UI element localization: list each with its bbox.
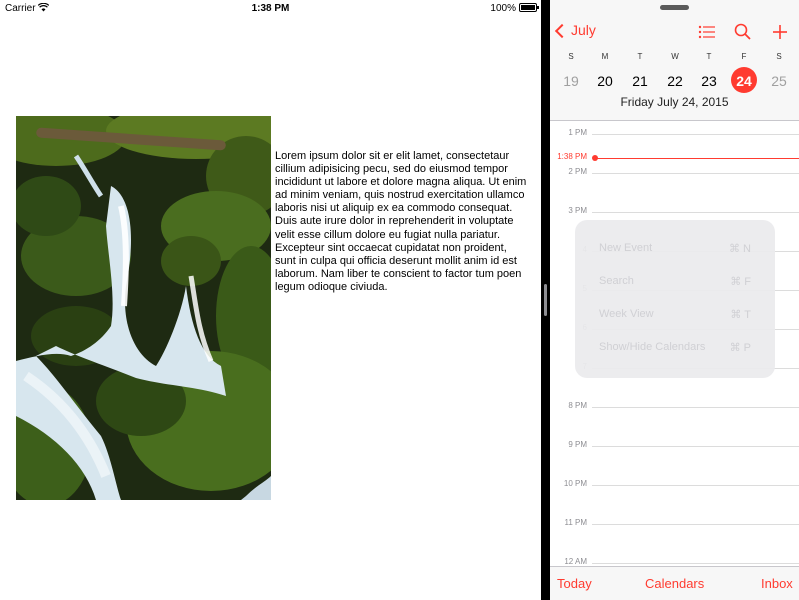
day-number[interactable]: 25 (762, 70, 796, 92)
weekday-label: T (637, 52, 643, 61)
status-bar: Carrier 1:38 PM 100% (0, 0, 541, 16)
inbox-button[interactable]: Inbox (761, 576, 793, 591)
bottom-toolbar: Today Calendars Inbox (550, 566, 799, 600)
battery-percent: 100% (490, 3, 516, 14)
hour-label: 8 PM (568, 401, 587, 410)
shortcut-label: Show/Hide Calendars (599, 341, 706, 353)
divider-handle[interactable] (544, 284, 547, 316)
calendar-header: July S M T W T F S 19 20 21 22 23 24 25 … (550, 0, 799, 121)
shortcut-label: New Event (599, 242, 653, 254)
back-to-month-button[interactable]: July (554, 22, 596, 38)
shortcut-key: ⌘ N (729, 243, 751, 255)
today-button[interactable]: Today (557, 576, 592, 591)
body-text: Lorem ipsum dolor sit er elit lamet, con… (275, 150, 527, 293)
hour-row: 11 PM (550, 518, 799, 527)
weekday-label: S (568, 52, 574, 61)
current-time-indicator: 1:38 PM (550, 152, 799, 161)
hour-row: 1 PM (550, 128, 799, 137)
hour-label: 10 PM (563, 479, 587, 488)
list-icon[interactable] (697, 22, 717, 42)
day-number[interactable]: 21 (623, 70, 657, 92)
shortcut-row: Show/Hide Calendars ⌘ P (599, 341, 751, 361)
hour-label: 3 PM (568, 206, 587, 215)
grabber-handle[interactable] (660, 5, 689, 10)
shortcut-label: Week View (599, 308, 654, 320)
hour-row: 12 AM (550, 557, 799, 566)
weekday-label: F (741, 52, 747, 61)
chevron-left-icon (554, 23, 570, 38)
hour-label: 9 PM (568, 440, 587, 449)
hour-label: 11 PM (564, 518, 587, 527)
selected-date-label: Friday July 24, 2015 (620, 95, 729, 109)
hour-label: 12 AM (564, 557, 587, 566)
hour-row: 2 PM (550, 167, 799, 176)
hour-label: 1 PM (568, 128, 587, 137)
shortcut-row: New Event ⌘ N (599, 242, 751, 262)
hour-row: 9 PM (550, 440, 799, 449)
hour-row: 3 PM (550, 206, 799, 215)
shortcut-key: ⌘ T (730, 309, 751, 321)
shortcut-key: ⌘ F (730, 276, 751, 288)
day-number[interactable]: 22 (658, 70, 692, 92)
day-number[interactable]: 19 (554, 70, 588, 92)
calendar-panel: July S M T W T F S 19 20 21 22 23 24 25 … (550, 0, 799, 600)
current-time-label: 1:38 PM (557, 152, 587, 161)
back-label: July (571, 22, 596, 38)
shortcut-row: Week View ⌘ T (599, 308, 751, 328)
day-number-selected[interactable]: 24 (727, 67, 761, 93)
day-number[interactable]: 20 (588, 70, 622, 92)
split-view-divider[interactable] (541, 0, 550, 600)
shortcut-label: Search (599, 275, 634, 287)
hour-row: 10 PM (550, 479, 799, 488)
hour-row: 8 PM (550, 401, 799, 410)
weekday-label: S (776, 52, 782, 61)
day-number[interactable]: 23 (692, 70, 726, 92)
hour-label: 2 PM (568, 167, 587, 176)
shortcut-row: Search ⌘ F (599, 275, 751, 295)
weekday-label: W (671, 52, 679, 61)
search-icon[interactable] (733, 22, 753, 42)
waterfall-image (16, 116, 271, 500)
shortcut-key: ⌘ P (729, 342, 751, 354)
weekday-label: M (601, 52, 609, 61)
calendars-button[interactable]: Calendars (645, 576, 704, 591)
keyboard-shortcuts-overlay: New Event ⌘ N Search ⌘ F Week View ⌘ T Show… (575, 220, 775, 378)
status-time: 1:38 PM (251, 3, 290, 14)
battery-icon (519, 3, 539, 12)
add-event-icon[interactable] (770, 22, 790, 42)
weekday-label: T (706, 52, 712, 61)
